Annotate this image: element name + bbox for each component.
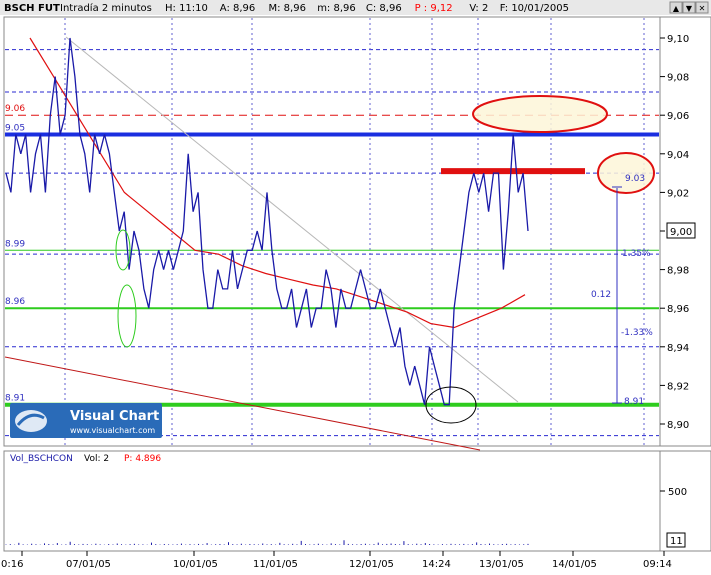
volume-p: P: 4.896	[124, 454, 161, 464]
window-button-glyph-0: ▲	[673, 4, 680, 13]
volume-current-label: 11	[670, 536, 683, 547]
level-label-3: 8.96	[5, 297, 25, 307]
x-axis: 0:16 07/01/05 10/01/05 11/01/05 12/01/05 14:2…	[1, 551, 672, 570]
y-tick-label-7: 8,96	[667, 304, 689, 315]
x-tick-label-8: 09:14	[643, 559, 672, 570]
y-tick-label-4: 9,02	[667, 188, 689, 199]
price-panel	[3, 16, 661, 447]
x-tick-label-1: 07/01/05	[66, 559, 111, 570]
y-tick-label-0: 9,10	[667, 34, 689, 45]
symbol-label: BSCH FUT	[4, 3, 60, 14]
header-fields: H: 11:10 A: 8,96 M: 8,96 m: 8,96 C: 8,96 P : …	[165, 3, 569, 14]
visualchart-watermark: Visual Chart www.visualchart.com	[10, 403, 162, 438]
level-label-0: 9.05	[5, 124, 25, 134]
y-tick-label-9: 8,92	[667, 381, 689, 392]
x-tick-label-0: 0:16	[1, 559, 23, 570]
target-ellipse[interactable]	[597, 152, 655, 194]
x-tick-label-6: 13/01/05	[479, 559, 524, 570]
x-tick-label-2: 10/01/05	[173, 559, 218, 570]
watermark-brand: Visual Chart	[70, 409, 159, 424]
y-tick-label-6: 8,98	[667, 266, 689, 277]
resistance-ellipse[interactable]	[472, 95, 608, 133]
x-tick-label-7: 14/01/05	[552, 559, 597, 570]
current-price-label: 9,00	[670, 227, 692, 238]
x-tick-label-3: 11/01/05	[253, 559, 298, 570]
header-field-4: C: 8,96	[366, 3, 402, 14]
y-tick-label-3: 9,04	[667, 150, 689, 161]
header-field-0: H: 11:10	[165, 3, 208, 14]
level-label-1: 9.06	[5, 104, 25, 114]
header-field-7: F: 10/01/2005	[500, 3, 569, 14]
annotation-2: 0.12	[591, 290, 611, 300]
volume-panel	[3, 450, 661, 552]
window-button-glyph-1: ▼	[686, 4, 693, 13]
y-tick-label-2: 9,06	[667, 111, 689, 122]
window-button-glyph-2: ✕	[699, 4, 706, 13]
y-tick-label-10: 8,90	[667, 420, 689, 431]
annotation-3: -1.33%	[621, 328, 653, 338]
y-tick-label-8: 8,94	[667, 343, 689, 354]
annotation-1: 1.35%	[622, 249, 651, 259]
level-label-2: 8.99	[5, 239, 25, 249]
watermark-url: www.visualchart.com	[70, 426, 155, 435]
interval-label: Intradía 2 minutos	[60, 2, 152, 14]
header-field-1: A: 8,96	[220, 3, 255, 14]
header-field-6: V: 2	[469, 3, 488, 14]
x-tick-label-5: 14:24	[422, 559, 451, 570]
annotation-4: 8.91	[624, 397, 644, 407]
level-label-4: 8.91	[5, 394, 25, 404]
volume-name: Vol_BSCHCON	[10, 454, 73, 464]
chart-window: BSCH FUT Intradía 2 minutos H: 11:10 A: 8…	[0, 0, 711, 571]
y-tick-label-1: 9,08	[667, 73, 689, 84]
window-controls[interactable]: ▲ ▼ ✕	[669, 1, 709, 14]
x-tick-label-4: 12/01/05	[349, 559, 394, 570]
chart-svg: BSCH FUT Intradía 2 minutos H: 11:10 A: 8…	[0, 0, 711, 570]
header-field-3: m: 8,96	[317, 3, 356, 14]
header-field-2: M: 8,96	[269, 3, 306, 14]
annotation-0: 9.03	[625, 174, 645, 184]
volume-vol: Vol: 2	[84, 454, 109, 464]
volume-tick-label: 500	[668, 487, 687, 498]
header-field-5: P : 9,12	[415, 3, 453, 14]
